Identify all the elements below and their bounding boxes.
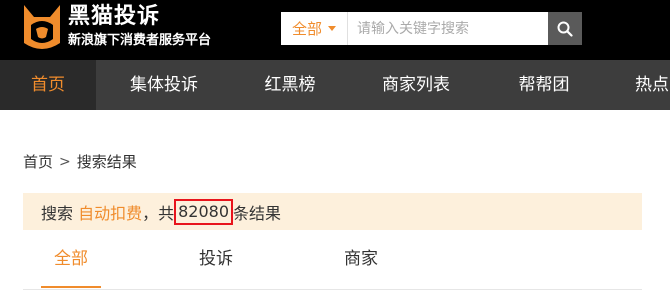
search-button[interactable] bbox=[548, 12, 582, 45]
result-middle: ，共 bbox=[142, 203, 175, 223]
search-icon bbox=[557, 21, 573, 37]
nav-item-group-complaints[interactable]: 集体投诉 bbox=[114, 60, 214, 110]
tab-complaints[interactable]: 投诉 bbox=[186, 232, 246, 288]
nav-item-hot[interactable]: 热点 bbox=[620, 60, 670, 110]
black-cat-logo-icon[interactable] bbox=[22, 3, 62, 55]
caret-down-icon bbox=[328, 26, 336, 31]
breadcrumb-separator: > bbox=[59, 153, 71, 170]
search-box: 全部 bbox=[281, 12, 548, 45]
result-keyword: 自动扣费 bbox=[78, 203, 143, 223]
nav-item-home[interactable]: 首页 bbox=[0, 60, 96, 110]
search-result-summary: 搜索 自动扣费 ，共 82080 条结果 bbox=[23, 193, 642, 230]
result-suffix: 条结果 bbox=[233, 203, 282, 223]
result-prefix: 搜索 bbox=[41, 203, 79, 223]
result-tabs: 全部 投诉 商家 bbox=[23, 232, 642, 290]
nav-item-red-black-list[interactable]: 红黑榜 bbox=[242, 60, 338, 110]
search-category-select[interactable]: 全部 bbox=[281, 12, 348, 45]
main-nav: 首页 集体投诉 红黑榜 商家列表 帮帮团 热点 bbox=[0, 60, 670, 110]
result-count: 82080 bbox=[174, 198, 234, 225]
brand-subtitle: 新浪旗下消费者服务平台 bbox=[68, 33, 212, 48]
tab-all[interactable]: 全部 bbox=[41, 232, 101, 288]
nav-item-help-group[interactable]: 帮帮团 bbox=[496, 60, 592, 110]
top-header: 黑猫投诉 新浪旗下消费者服务平台 全部 bbox=[0, 0, 670, 60]
nav-item-merchant-list[interactable]: 商家列表 bbox=[368, 60, 464, 110]
tab-merchants[interactable]: 商家 bbox=[331, 232, 391, 288]
breadcrumb: 首页 > 搜索结果 bbox=[23, 151, 137, 172]
breadcrumb-current: 搜索结果 bbox=[76, 153, 137, 171]
breadcrumb-home-link[interactable]: 首页 bbox=[23, 151, 53, 172]
search-category-label: 全部 bbox=[291, 20, 322, 38]
search-input[interactable] bbox=[357, 12, 545, 45]
brand-title[interactable]: 黑猫投诉 bbox=[68, 3, 160, 31]
